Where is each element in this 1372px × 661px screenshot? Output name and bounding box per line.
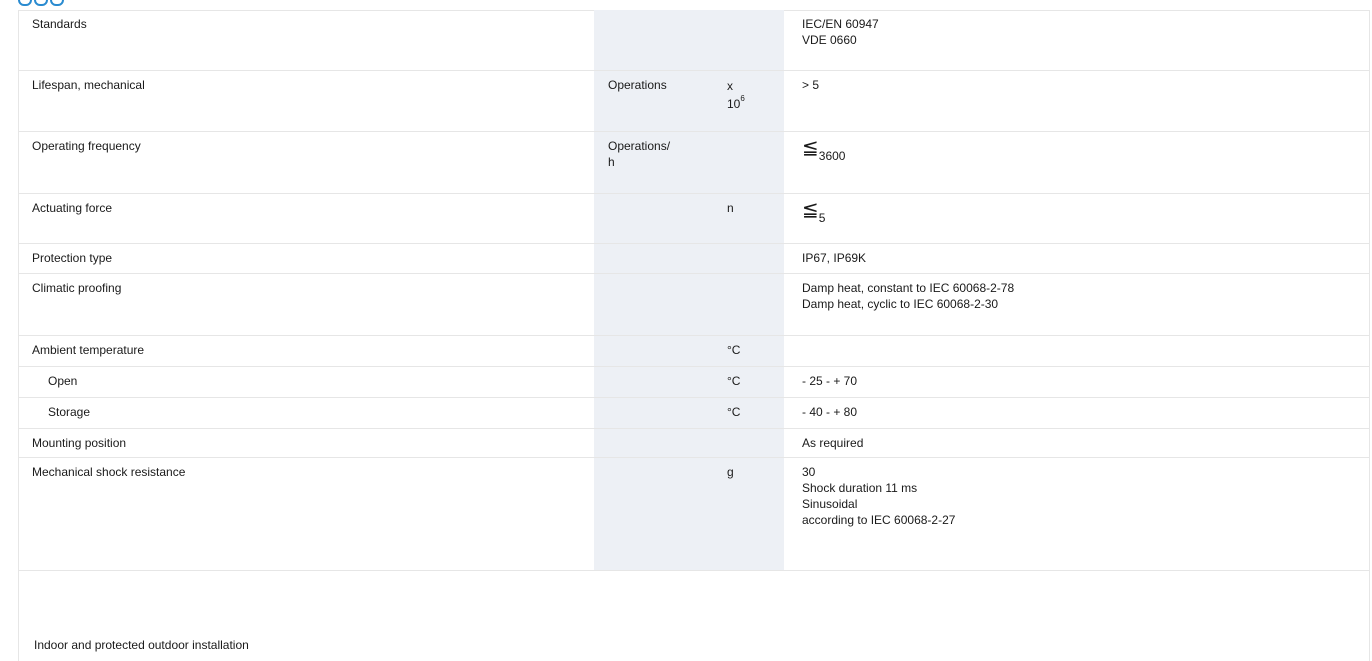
unit-cell: g — [705, 457, 784, 571]
clipped-heading-fragment — [18, 0, 78, 9]
value-cell: Damp heat, constant to IEC 60068-2-78 Da… — [784, 273, 1370, 336]
unit-exponent: 6 — [740, 93, 745, 103]
value-line: IEC/EN 60947 — [802, 17, 879, 31]
value-cell — [784, 335, 1370, 367]
value-line: Sinusoidal — [802, 496, 858, 511]
table-row: Standards IEC/EN 60947 VDE 0660 — [18, 10, 1370, 71]
installation-note: Indoor and protected outdoor installatio… — [34, 638, 249, 652]
value-subscript: 5 — [818, 210, 826, 225]
row-label: Lifespan, mechanical — [18, 70, 594, 132]
unit-cell: n — [705, 193, 784, 244]
value-line: VDE 0660 — [802, 33, 857, 47]
table-row: Mounting position As required — [18, 428, 1370, 458]
unit-multiplier: x — [727, 78, 733, 93]
row-label: Standards — [18, 10, 594, 71]
unit-cell — [594, 457, 705, 571]
value-line: - 25 - + 70 — [802, 373, 858, 388]
unit-cell — [594, 397, 705, 429]
value-cell: IP67, IP69K — [784, 243, 1370, 274]
value-cell: IEC/EN 60947 VDE 0660 — [784, 10, 1370, 71]
unit-cell — [594, 10, 705, 71]
value-subscript: 3600 — [818, 148, 846, 163]
unit-cell — [594, 243, 705, 274]
value-cell: 30 Shock duration 11 ms Sinusoidal accor… — [784, 457, 1370, 571]
unit-cell — [705, 273, 784, 336]
value-line: Damp heat, constant to IEC 60068-2-78 — [802, 280, 1015, 295]
table-row: Actuating force n ≦5 — [18, 193, 1370, 244]
unit-cell — [594, 335, 705, 367]
table-row: Operating frequency Operations/ h ≦3600 — [18, 131, 1370, 194]
value-line: Damp heat, cyclic to IEC 60068-2-30 — [802, 296, 999, 311]
row-label: Mechanical shock resistance — [18, 457, 594, 571]
technical-data-table: Standards IEC/EN 60947 VDE 0660 Lifespan… — [18, 10, 1370, 571]
value-cell: ≦3600 — [784, 131, 1370, 194]
unit-cell — [705, 428, 784, 458]
value-line: IP67, IP69K — [802, 250, 867, 265]
value-line: > 5 — [802, 77, 820, 92]
unit-cell: Operations — [594, 70, 705, 132]
row-label: Protection type — [18, 243, 594, 274]
row-label: Ambient temperature — [18, 335, 594, 367]
unit-cell: °C — [705, 366, 784, 398]
unit-cell — [594, 273, 705, 336]
unit-cell: °C — [705, 335, 784, 367]
value-line: As required — [802, 435, 864, 450]
unit-cell — [594, 428, 705, 458]
row-label: Storage — [18, 397, 594, 429]
less-equal-symbol: ≦ — [802, 136, 819, 159]
unit-power-base: 10 — [727, 96, 741, 111]
value-cell: > 5 — [784, 70, 1370, 132]
value-cell: ≦5 — [784, 193, 1370, 244]
unit-cell: Operations/ h — [594, 131, 705, 194]
table-row: Mechanical shock resistance g 30 Shock d… — [18, 457, 1370, 571]
value-line: - 40 - + 80 — [802, 404, 858, 419]
unit-cell: °C — [705, 397, 784, 429]
table-row: Open °C - 25 - + 70 — [18, 366, 1370, 398]
less-equal-symbol: ≦ — [802, 198, 819, 221]
unit-cell — [705, 10, 784, 71]
value-cell: As required — [784, 428, 1370, 458]
value-line: Shock duration 11 ms — [802, 480, 918, 495]
table-row: Ambient temperature °C — [18, 335, 1370, 367]
table-row: Lifespan, mechanical Operations x 106 > … — [18, 70, 1370, 132]
value-line: according to IEC 60068-2-27 — [802, 512, 956, 527]
unit-cell — [594, 193, 705, 244]
table-row: Climatic proofing Damp heat, constant to… — [18, 273, 1370, 336]
unit-cell — [705, 243, 784, 274]
unit-cell: x 106 — [705, 70, 784, 132]
table-row: Storage °C - 40 - + 80 — [18, 397, 1370, 429]
unit-cell — [594, 366, 705, 398]
value-line: 30 — [802, 464, 816, 479]
row-label: Open — [18, 366, 594, 398]
value-cell: - 25 - + 70 — [784, 366, 1370, 398]
table-row: Protection type IP67, IP69K — [18, 243, 1370, 274]
value-cell: - 40 - + 80 — [784, 397, 1370, 429]
installation-note-row: Indoor and protected outdoor installatio… — [18, 610, 1370, 661]
row-label: Mounting position — [18, 428, 594, 458]
unit-cell — [705, 131, 784, 194]
row-label: Operating frequency — [18, 131, 594, 194]
row-label: Climatic proofing — [18, 273, 594, 336]
row-label: Actuating force — [18, 193, 594, 244]
